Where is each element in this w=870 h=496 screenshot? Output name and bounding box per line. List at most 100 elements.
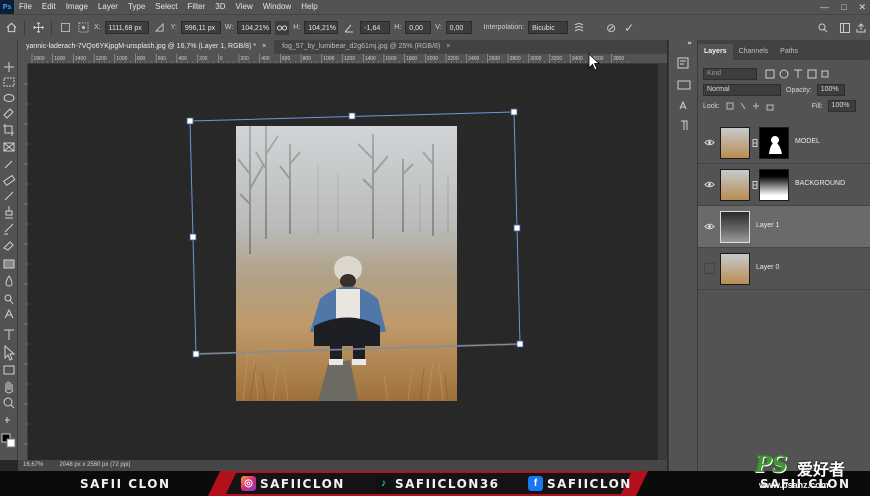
ruler-corner [18, 54, 28, 64]
ruler-label: 2600 [489, 56, 500, 62]
transform-handle-right [513, 224, 521, 232]
vertical-scrollbar[interactable] [658, 64, 667, 460]
opacity-label: Opacity: [786, 86, 812, 94]
layer-name: BACKGROUND [795, 180, 846, 187]
triangle-icon[interactable] [153, 21, 167, 35]
menu-type[interactable]: Type [123, 0, 150, 14]
ruler-label: 1800 [34, 56, 45, 62]
tab-label: fog_57_by_lumibear_d2g61mj.jpg @ 25% (RG… [282, 43, 441, 50]
blend-mode-select[interactable]: Normal [703, 84, 781, 96]
menu-filter[interactable]: Filter [183, 0, 211, 14]
link-icon[interactable] [275, 20, 290, 35]
tool-icons[interactable] [0, 40, 18, 460]
ruler-label: 2000 [427, 56, 438, 62]
canvas-area[interactable] [28, 64, 658, 460]
close-tab-icon[interactable]: × [446, 40, 450, 54]
filter-type-icons[interactable] [762, 69, 842, 79]
visibility-toggle-empty[interactable] [704, 263, 715, 274]
ruler-label: 1000 [116, 56, 127, 62]
transform-handle-top-left [186, 117, 194, 125]
reference-point-icon[interactable] [76, 21, 90, 35]
layer-kind-filter[interactable]: Kind [703, 68, 757, 80]
ruler-label: 1400 [365, 56, 376, 62]
lock-icons[interactable] [725, 101, 785, 111]
y-label: Y: [170, 24, 177, 31]
menu-image[interactable]: Image [61, 0, 93, 14]
tab-paths[interactable]: Paths [774, 44, 804, 60]
v-skew-input[interactable]: 0,00 [445, 21, 472, 34]
y-position-input[interactable]: 996,11 px [180, 21, 221, 34]
facebook-handle: SAFIICLON [547, 477, 632, 491]
move-tool-icon[interactable] [31, 21, 45, 35]
properties-icon [677, 80, 691, 90]
angle-icon [342, 21, 356, 35]
layer-mask-thumbnail[interactable] [759, 169, 789, 201]
share-icon[interactable] [854, 21, 868, 35]
minimize-button[interactable]: — [820, 0, 829, 14]
layers-panel: Layers Channels Paths Kind Normal Opacit… [698, 40, 870, 471]
menu-file[interactable]: File [14, 0, 37, 14]
menu-3d[interactable]: 3D [210, 0, 230, 14]
workspace-icon[interactable] [838, 21, 852, 35]
home-icon[interactable] [4, 21, 18, 35]
opacity-input[interactable]: 100% [816, 84, 845, 96]
visibility-eye-icon[interactable] [704, 221, 715, 232]
menu-window[interactable]: Window [258, 0, 296, 14]
checkbox-icon[interactable] [58, 21, 72, 35]
link-chain-icon [752, 181, 758, 189]
layer-row-model[interactable]: MODEL [698, 122, 870, 164]
ruler-label: 1400 [75, 56, 86, 62]
layer-mask-thumbnail[interactable] [759, 127, 789, 159]
ruler-label: 1600 [54, 56, 65, 62]
tab-layers[interactable]: Layers [698, 44, 733, 60]
cancel-transform-icon[interactable]: ⊘ [604, 21, 618, 35]
search-icon[interactable] [816, 21, 830, 35]
close-tab-icon[interactable]: × [262, 40, 266, 54]
height-input[interactable]: 104,21% [304, 21, 339, 34]
horizontal-ruler[interactable]: 1800 1600 1400 1200 1000 800 600 400 200 0 200 400 6… [28, 54, 667, 64]
interpolation-select[interactable]: Bicubic [528, 21, 569, 34]
layer-row-layer-0[interactable]: Layer 0 [698, 248, 870, 290]
menu-select[interactable]: Select [150, 0, 182, 14]
character-icon [679, 100, 687, 110]
panel-tabs: Layers Channels Paths [698, 40, 870, 60]
mouse-cursor-icon [588, 53, 600, 71]
vertical-ruler[interactable] [18, 64, 28, 460]
photoshop-logo[interactable]: Ps [0, 0, 14, 14]
banner-left-name: SAFII CLON [80, 477, 171, 491]
tab-channels[interactable]: Channels [733, 44, 775, 60]
layer-row-layer-1[interactable]: Layer 1 [698, 206, 870, 248]
h-label: H: [293, 24, 301, 31]
interpolation-label: Interpolation: [483, 24, 525, 31]
tab-fog-document[interactable]: fog_57_by_lumibear_d2g61mj.jpg @ 25% (RG… [274, 40, 458, 54]
ruler-label: 200 [199, 56, 208, 62]
menu-edit[interactable]: Edit [37, 0, 61, 14]
close-button[interactable]: ✕ [858, 0, 866, 14]
menu-layer[interactable]: Layer [93, 0, 123, 14]
visibility-eye-icon[interactable] [704, 137, 715, 148]
zoom-level[interactable]: 16,67% [23, 460, 43, 471]
layer-name: Layer 1 [756, 222, 780, 229]
divider [24, 19, 25, 36]
angle-input[interactable]: -1,64 [360, 21, 391, 34]
layer-row-background[interactable]: BACKGROUND [698, 164, 870, 206]
ruler-label: 200 [241, 56, 250, 62]
status-bar: 16,67% 2048 px x 2560 px (72 ppi) [18, 460, 667, 471]
document-size: 2048 px x 2560 px (72 ppi) [59, 462, 131, 468]
maximize-button[interactable]: □ [841, 0, 846, 14]
warp-mode-icon[interactable] [572, 21, 586, 35]
ruler-label: 800 [137, 56, 146, 62]
layer-name: Layer 0 [756, 264, 780, 271]
width-input[interactable]: 104,21% [237, 21, 272, 34]
h-skew-label: H: [394, 24, 402, 31]
options-bar: X: 1111,68 px Y: 996,11 px W: 104,21% H:… [0, 14, 870, 40]
tab-yannic-document[interactable]: yannic-laderach-7VQo6YKjpgM-unsplash.jpg… [18, 40, 275, 54]
menu-help[interactable]: Help [296, 0, 322, 14]
transform-handle-top [348, 112, 356, 120]
fill-input[interactable]: 100% [827, 100, 856, 112]
visibility-eye-icon[interactable] [704, 179, 715, 190]
h-skew-input[interactable]: 0,00 [405, 21, 432, 34]
menu-view[interactable]: View [231, 0, 258, 14]
commit-transform-icon[interactable]: ✓ [622, 21, 636, 35]
x-position-input[interactable]: 1111,68 px [104, 21, 149, 34]
